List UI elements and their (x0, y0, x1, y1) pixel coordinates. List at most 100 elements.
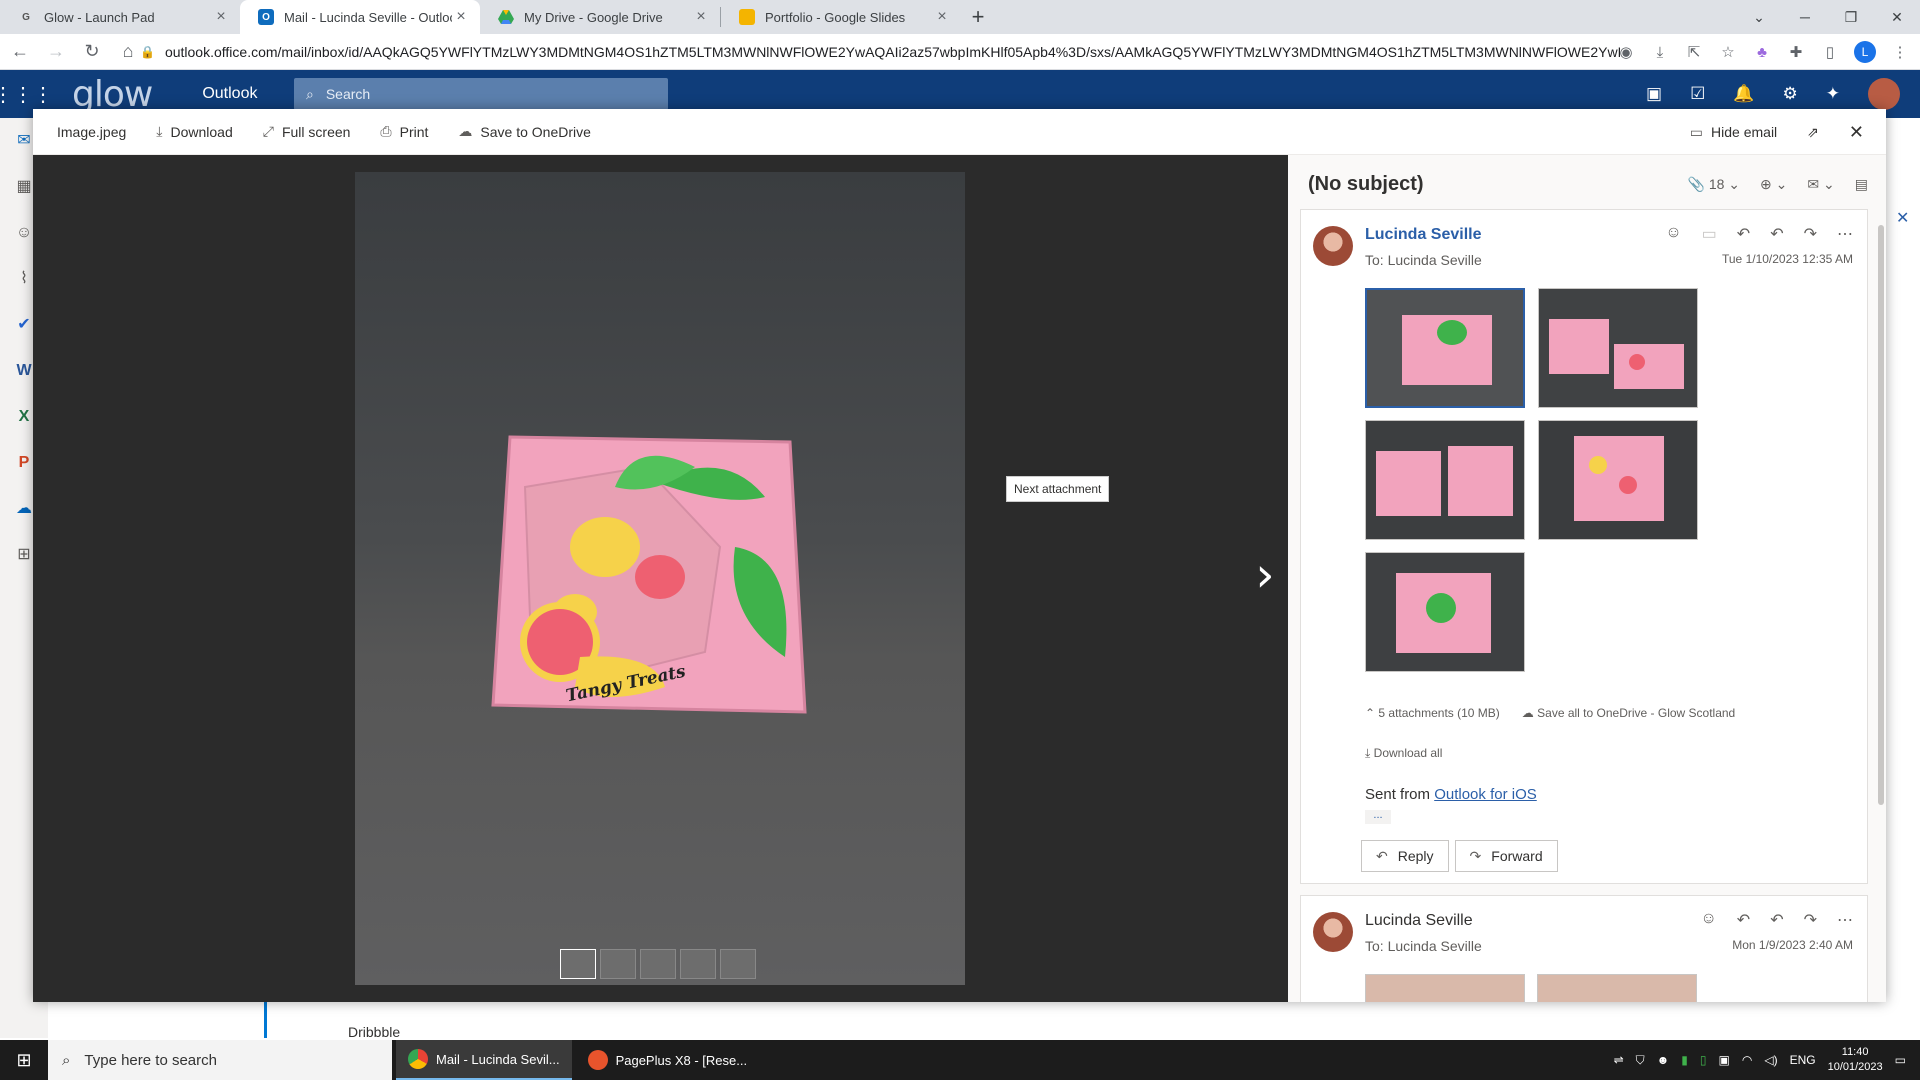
eye-icon[interactable]: ◉ (1616, 43, 1636, 61)
close-window-button[interactable]: ✕ (1874, 0, 1920, 34)
menu-dots-icon[interactable]: ⋮ (1890, 43, 1910, 61)
battery-icon[interactable]: ▮ (1681, 1053, 1688, 1067)
download-button[interactable]: ⤓ Download (156, 123, 232, 140)
language-indicator[interactable]: ENG (1790, 1053, 1816, 1067)
more-icon[interactable]: ⋯ (1837, 910, 1853, 930)
thumbnail-3[interactable] (640, 949, 676, 979)
attachment-thumbnail-1[interactable] (1365, 288, 1525, 408)
reply-all-icon[interactable]: ↶ (1770, 224, 1783, 244)
close-icon[interactable]: ✕ (1896, 208, 1909, 228)
full-screen-button[interactable]: ⤢ Full screen (263, 123, 351, 140)
attachment-thumbnail-2[interactable] (1538, 288, 1698, 408)
download-all-link[interactable]: ⤓ Download all (1365, 746, 1442, 761)
tab-slides[interactable]: Portfolio - Google Slides × (721, 0, 961, 34)
taskbar-item-chrome[interactable]: Mail - Lucinda Sevil... (396, 1040, 572, 1080)
forward-icon[interactable]: ↷ (1804, 910, 1817, 930)
maximize-button[interactable]: ❐ (1828, 0, 1874, 34)
search-input[interactable]: ⌕ Search (294, 78, 668, 110)
bell-icon[interactable]: 🔔 (1733, 84, 1754, 104)
tab-close-icon[interactable]: × (933, 8, 951, 26)
url-field[interactable]: 🔒 outlook.office.com/mail/inbox/id/AAQkA… (140, 38, 1620, 66)
bookmark-star-icon[interactable]: ☆ (1718, 43, 1738, 61)
share-icon[interactable]: ⇱ (1684, 43, 1704, 61)
mark-read-icon[interactable]: ✉ ⌄ (1807, 176, 1834, 193)
paperclip-count[interactable]: 📎 18 ⌄ (1688, 176, 1741, 193)
avatar[interactable] (1313, 226, 1353, 266)
full-screen-label: Full screen (281, 123, 351, 140)
extension-icon[interactable]: ♣ (1752, 44, 1772, 61)
reply-all-icon[interactable]: ↶ (1770, 910, 1783, 930)
zoom-icon[interactable]: ⊕ ⌄ (1760, 176, 1787, 193)
tab-glow[interactable]: G Glow - Launch Pad × (0, 0, 240, 34)
thumbnail-2[interactable] (600, 949, 636, 979)
attachment-thumbnail[interactable] (1365, 974, 1525, 1002)
thumbnail-5[interactable] (720, 949, 756, 979)
network-icon[interactable]: ⇌ (1614, 1053, 1624, 1067)
save-onedrive-button[interactable]: ☁ Save to OneDrive (458, 123, 591, 140)
forward-button[interactable]: ↷ Forward (1454, 840, 1558, 872)
back-arrow-icon[interactable]: ← (4, 36, 36, 68)
profile-avatar[interactable]: L (1854, 41, 1876, 63)
smiley-icon[interactable]: ☺ (1700, 910, 1716, 930)
close-icon[interactable]: ✕ (1849, 122, 1864, 143)
forward-arrow-icon[interactable]: → (40, 36, 72, 68)
reply-icon[interactable]: ↶ (1737, 910, 1750, 930)
minimize-button[interactable]: ─ (1782, 0, 1828, 34)
tab-drive[interactable]: My Drive - Google Drive × (480, 0, 720, 34)
clock[interactable]: 11:40 10/01/2023 (1828, 1045, 1883, 1075)
attachment-thumbnail-4[interactable] (1538, 420, 1698, 540)
more-icon[interactable]: ⋯ (1837, 224, 1853, 244)
attachment-thumbnail[interactable] (1537, 974, 1697, 1002)
list-item-sender[interactable]: Dribbble (348, 1024, 400, 1040)
sender-name[interactable]: Lucinda Seville (1365, 226, 1481, 244)
tab-outlook[interactable]: O Mail - Lucinda Seville - Outlook × (240, 0, 480, 34)
puzzle-icon[interactable]: ✚ (1786, 43, 1806, 61)
forward-icon[interactable]: ↷ (1804, 224, 1817, 244)
popout-icon[interactable]: ⇗ (1807, 124, 1819, 141)
print-button[interactable]: ⎙ Print (380, 123, 428, 140)
hide-email-button[interactable]: ▭ Hide email (1690, 124, 1777, 141)
smiley-icon[interactable]: ☺ (1665, 224, 1681, 244)
avatar[interactable] (1313, 912, 1353, 952)
teams-share-icon[interactable]: ▭ (1702, 224, 1717, 244)
reply-button[interactable]: ↶ Reply (1361, 840, 1449, 872)
thumbnail-4[interactable] (680, 949, 716, 979)
sender-name[interactable]: Lucinda Seville (1365, 912, 1473, 930)
windows-start-icon[interactable]: ⊞ (0, 1040, 48, 1080)
outlook-ios-link[interactable]: Outlook for iOS (1434, 786, 1537, 803)
teams-tray-icon[interactable]: ▣ (1719, 1053, 1730, 1067)
attachment-thumbnail-3[interactable] (1365, 420, 1525, 540)
new-tab-button[interactable]: + (961, 0, 995, 34)
tab-close-icon[interactable]: × (692, 8, 710, 26)
reload-icon[interactable]: ↻ (76, 36, 108, 68)
reply-icon[interactable]: ↶ (1737, 224, 1750, 244)
wifi-icon[interactable]: ◠ (1742, 1053, 1752, 1067)
avatar[interactable] (1868, 78, 1900, 110)
chevron-right-icon[interactable]: › (1248, 545, 1282, 605)
tab-search-icon[interactable]: ⌄ (1736, 0, 1782, 34)
attachments-toggle[interactable]: ⌃ 5 attachments (10 MB) (1365, 706, 1500, 720)
shield-icon[interactable]: ⛉ (1636, 1053, 1645, 1068)
tab-close-icon[interactable]: × (212, 8, 230, 26)
show-more-button[interactable]: ... (1365, 810, 1391, 824)
taskbar-search-input[interactable]: ⌕ Type here to search (48, 1040, 392, 1080)
teams-icon[interactable]: ▣ (1646, 84, 1662, 104)
lightbulb-icon[interactable]: ✦ (1826, 84, 1840, 104)
save-all-onedrive-link[interactable]: ☁ Save all to OneDrive - Glow Scotland (1522, 706, 1735, 720)
paperclip-icon: 📎 (1687, 175, 1705, 192)
volume-icon[interactable]: ◁) (1764, 1053, 1777, 1067)
app-name[interactable]: Outlook (202, 85, 257, 103)
notifications-icon[interactable]: ▭ (1895, 1053, 1906, 1067)
scrollbar[interactable] (1878, 225, 1884, 805)
install-icon[interactable]: ⤓ (1650, 44, 1670, 61)
sidebar-icon[interactable]: ▯ (1820, 43, 1840, 61)
todo-icon[interactable]: ☑ (1690, 84, 1705, 104)
immersive-reader-icon[interactable]: ▤ (1855, 176, 1868, 193)
attachment-thumbnail-5[interactable] (1365, 552, 1525, 672)
people-tray-icon[interactable]: ☻ (1657, 1053, 1670, 1067)
tab-close-icon[interactable]: × (452, 8, 470, 26)
thumbnail-1[interactable] (560, 949, 596, 979)
gear-icon[interactable]: ⚙ (1783, 84, 1798, 104)
app-tray-icon[interactable]: ▯ (1700, 1053, 1707, 1067)
taskbar-item-pageplus[interactable]: PagePlus X8 - [Rese... (576, 1040, 760, 1080)
